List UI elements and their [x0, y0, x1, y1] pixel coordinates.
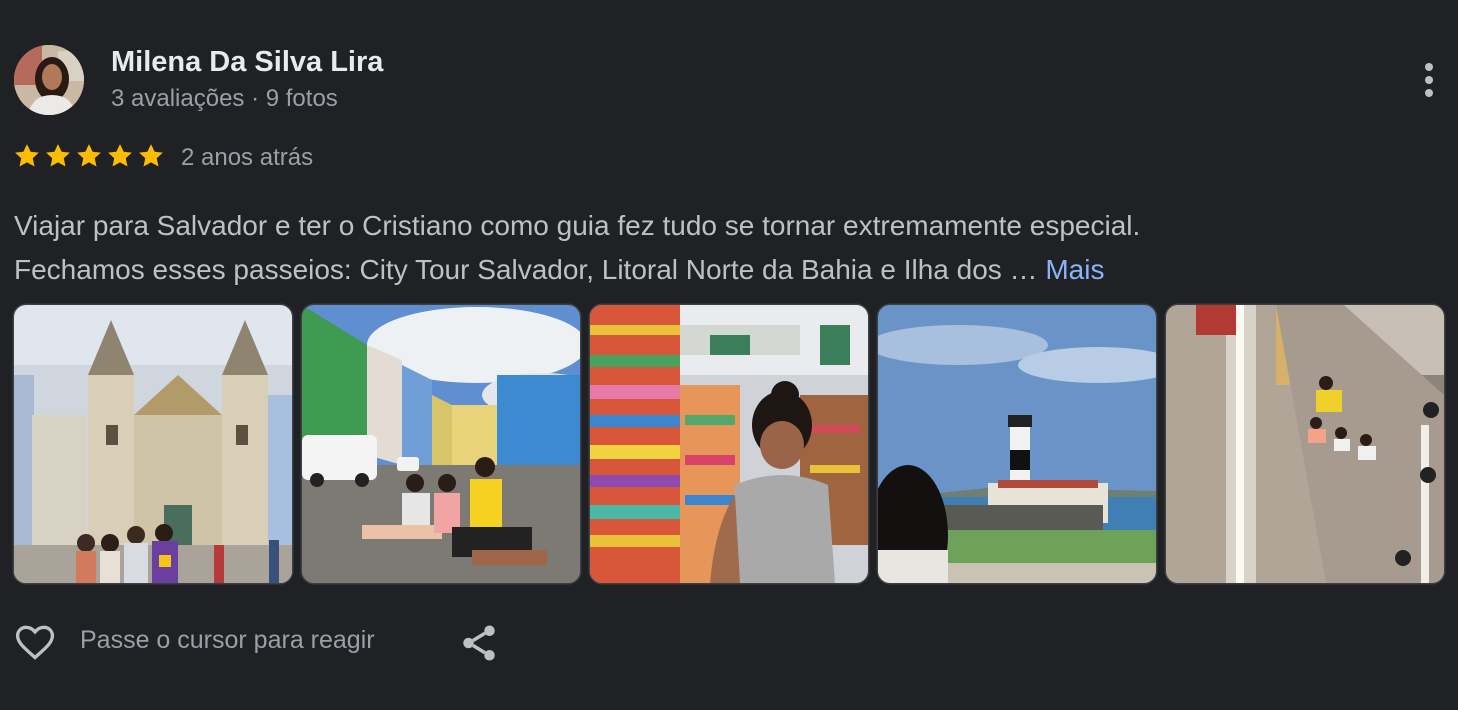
star-icon — [77, 144, 101, 167]
share-icon[interactable] — [458, 622, 500, 664]
react-hint: Passe o cursor para reagir — [80, 626, 375, 654]
review-time: 2 anos atrás — [181, 144, 314, 171]
star-icon — [108, 144, 132, 167]
review-text: Viajar para Salvador e ter o Cristiano c… — [14, 204, 1434, 292]
review-text-line: Viajar para Salvador e ter o Cristiano c… — [14, 210, 1141, 241]
review-photo-mirror[interactable] — [1166, 305, 1444, 583]
star-icon — [139, 144, 163, 167]
star-icon — [46, 144, 70, 167]
review-text-line: Fechamos esses passeios: City Tour Salva… — [14, 248, 1434, 292]
author-meta: 3 avaliações · 9 fotos — [111, 85, 338, 112]
photo-strip — [14, 305, 1444, 583]
review-text-line-2: Fechamos esses passeios: City Tour Salva… — [14, 254, 1038, 285]
review-photo-pelourinho[interactable] — [302, 305, 580, 583]
review-photo-church[interactable] — [14, 305, 292, 583]
author-name[interactable]: Milena Da Silva Lira — [111, 46, 383, 79]
star-icon — [15, 144, 39, 167]
review-photo-ribbons[interactable] — [590, 305, 868, 583]
star-rating — [12, 141, 166, 171]
more-options-icon[interactable] — [1414, 58, 1444, 102]
heart-icon[interactable] — [12, 620, 58, 664]
review-photo-lighthouse[interactable] — [878, 305, 1156, 583]
more-link[interactable]: Mais — [1045, 254, 1104, 285]
avatar[interactable] — [14, 45, 84, 115]
